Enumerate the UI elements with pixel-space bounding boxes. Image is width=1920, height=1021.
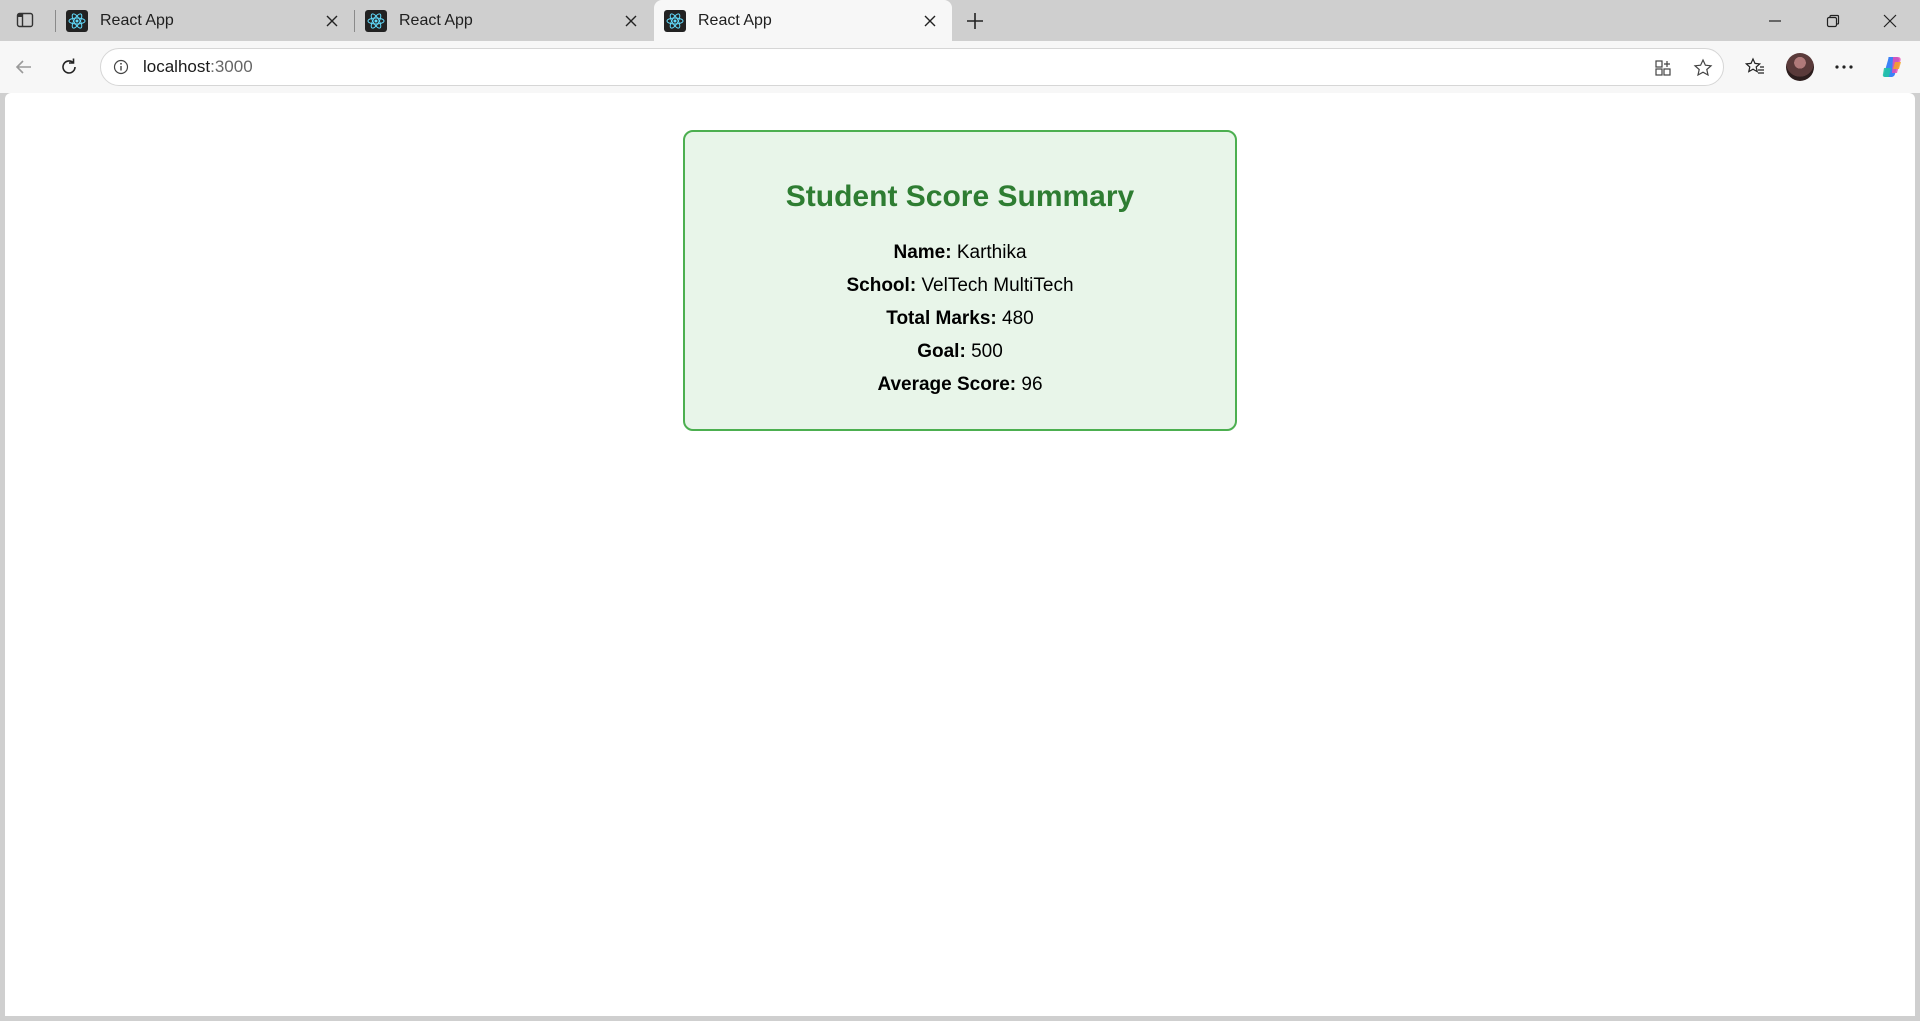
- name-value: Karthika: [956, 242, 1027, 263]
- minimize-button[interactable]: [1747, 0, 1803, 41]
- react-icon: [66, 9, 88, 32]
- total-marks-label: Total Marks:: [886, 308, 997, 329]
- favorite-star-icon[interactable]: [1691, 56, 1715, 80]
- tab-title: React App: [100, 11, 174, 29]
- tab-strip: React App React App React App: [0, 0, 1920, 41]
- tab-title: React App: [399, 11, 473, 29]
- reload-button[interactable]: [53, 51, 85, 83]
- restore-button[interactable]: [1805, 0, 1861, 41]
- address-bar[interactable]: localhost:3000: [100, 48, 1724, 86]
- react-icon: [365, 9, 387, 32]
- info-icon[interactable]: [111, 57, 131, 77]
- card-title: Student Score Summary: [785, 180, 1135, 213]
- goal-value: 500: [971, 341, 1003, 362]
- score-summary-card: Student Score Summary Name: Karthika Sch…: [683, 130, 1237, 431]
- new-tab-button[interactable]: [960, 6, 990, 36]
- school-row: School: VelTech MultiTech: [685, 269, 1235, 302]
- name-row: Name: Karthika: [685, 236, 1235, 269]
- profile-avatar[interactable]: [1786, 53, 1814, 81]
- copilot-icon[interactable]: [1876, 51, 1908, 83]
- more-options-icon[interactable]: [1828, 51, 1860, 83]
- total-marks-row: Total Marks: 480: [685, 302, 1235, 335]
- favorites-icon[interactable]: [1739, 51, 1771, 83]
- app-available-icon[interactable]: [1651, 56, 1675, 80]
- url-host: localhost: [143, 57, 211, 76]
- tab-title: React App: [698, 11, 772, 29]
- goal-row: Goal: 500: [685, 335, 1235, 368]
- url-port: :3000: [210, 57, 253, 76]
- average-score-label: Average Score:: [877, 374, 1017, 395]
- close-icon[interactable]: [916, 7, 944, 35]
- average-score-value: 96: [1021, 374, 1043, 395]
- back-button[interactable]: [8, 51, 40, 83]
- url-text[interactable]: localhost:3000: [143, 57, 253, 77]
- average-score-row: Average Score: 96: [685, 368, 1235, 401]
- school-label: School:: [846, 275, 917, 296]
- close-icon[interactable]: [617, 7, 645, 35]
- total-marks-value: 480: [1002, 308, 1034, 329]
- name-label: Name:: [893, 242, 952, 263]
- page-viewport: Student Score Summary Name: Karthika Sch…: [5, 93, 1915, 1016]
- tab-2[interactable]: React App: [355, 0, 653, 41]
- sidebar-toggle-icon[interactable]: [10, 6, 40, 34]
- school-value: VelTech MultiTech: [921, 275, 1074, 296]
- browser-toolbar: localhost:3000: [0, 41, 1920, 93]
- tab-1[interactable]: React App: [56, 0, 354, 41]
- goal-label: Goal:: [917, 341, 966, 362]
- react-icon: [664, 9, 686, 32]
- tab-3-active[interactable]: React App: [654, 0, 952, 41]
- close-icon[interactable]: [318, 7, 346, 35]
- close-window-button[interactable]: [1862, 0, 1918, 41]
